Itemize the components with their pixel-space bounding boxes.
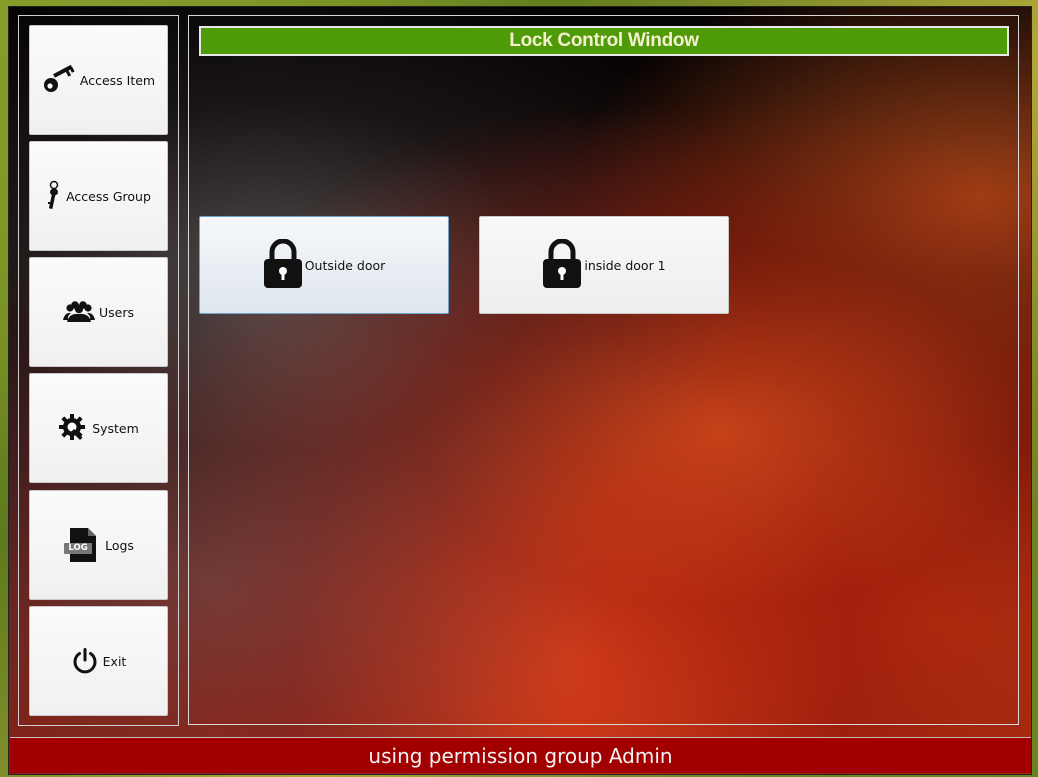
log-file-icon: LOG [63, 526, 101, 564]
logs-button[interactable]: LOG Logs [29, 490, 168, 600]
exit-button[interactable]: Exit [29, 606, 168, 716]
door-label-inside-1: inside door 1 [584, 257, 666, 273]
system-button[interactable]: System [29, 373, 168, 483]
window-title: Lock Control Window [199, 26, 1009, 56]
users-button[interactable]: Users [29, 257, 168, 367]
status-bar: using permission group Admin [10, 737, 1031, 773]
key-icon [42, 65, 76, 95]
lock-icon [263, 238, 303, 292]
lock-icon [542, 238, 582, 292]
log-icon-text: LOG [68, 543, 88, 553]
gear-icon [58, 413, 88, 443]
access-item-label: Access Item [79, 72, 156, 88]
users-label: Users [98, 304, 134, 320]
power-icon [71, 647, 99, 675]
users-icon [62, 300, 95, 324]
exit-label: Exit [102, 653, 127, 669]
main-panel: Lock Control Window Outside door inside … [188, 15, 1019, 725]
system-label: System [92, 420, 139, 436]
access-group-button[interactable]: Access Group [29, 141, 168, 251]
access-item-button[interactable]: Access Item [29, 25, 168, 135]
keys-icon [46, 180, 62, 212]
door-button-inside-1[interactable]: inside door 1 [479, 216, 729, 314]
access-group-label: Access Group [66, 188, 151, 204]
door-label-outside: Outside door [304, 257, 386, 273]
door-button-outside[interactable]: Outside door [199, 216, 449, 314]
sidebar: Access Item Access Group Users System LO… [18, 15, 179, 726]
logs-label: Logs [105, 537, 134, 553]
